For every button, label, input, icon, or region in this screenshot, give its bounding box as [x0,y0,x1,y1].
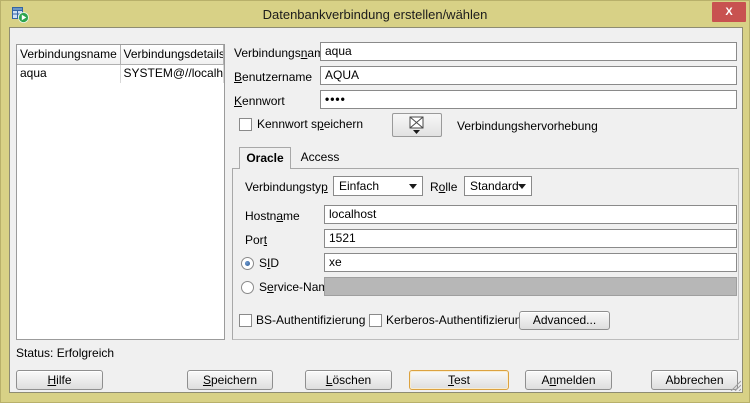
role-select[interactable]: Standard [464,176,532,196]
cancel-button[interactable]: Abbrechen [651,370,738,390]
dialog-title: Datenbankverbindung erstellen/wählen [1,7,749,22]
chevron-down-icon [518,184,526,189]
connections-table[interactable]: Verbindungsname Verbindungsdetails aqua … [16,44,225,340]
password-input[interactable]: •••• [320,90,737,109]
tab-access[interactable]: Access [294,147,346,169]
connect-button[interactable]: Anmelden [525,370,612,390]
save-password-checkbox[interactable] [239,118,252,131]
connection-type-select[interactable]: Einfach [333,176,423,196]
test-button[interactable]: Test [409,370,509,390]
highlight-label: Verbindungshervorhebung [457,119,598,133]
role-value: Standard [470,179,519,193]
help-button[interactable]: Hilfe [16,370,103,390]
kerberos-authentication-label: Kerberos-Authentifizierung [386,313,528,327]
highlight-color-button[interactable] [392,113,442,137]
tab-oracle[interactable]: Oracle [239,147,291,169]
status-text: Status: Erfolgreich [16,346,114,360]
role-label: Rolle [430,180,457,194]
username-input[interactable]: AQUA [320,66,737,85]
connection-type-label: Verbindungstyp [245,180,328,194]
no-color-swatch-icon [393,114,441,136]
port-label: Port [245,233,267,247]
connection-type-value: Einfach [339,179,379,193]
column-header-name[interactable]: Verbindungsname [17,45,121,65]
connection-name-label: Verbindungsname [234,46,331,60]
sid-label: SID [259,256,279,270]
sid-radio[interactable] [241,257,254,270]
dialog-client-area: Verbindungsname Verbindungsdetails aqua … [9,27,743,393]
cell-connection-name[interactable]: aqua [17,65,121,83]
dialog-window: Datenbankverbindung erstellen/wählen X V… [0,0,750,403]
kerberos-authentication-checkbox[interactable] [369,314,382,327]
service-name-radio[interactable] [241,281,254,294]
password-label: Kennwort [234,94,285,108]
sid-input[interactable]: xe [324,253,737,272]
table-header-row: Verbindungsname Verbindungsdetails [17,45,224,65]
username-label: Benutzername [234,70,312,84]
chevron-down-icon [409,184,417,189]
os-authentication-label: BS-Authentifizierung [256,313,365,327]
column-header-details[interactable]: Verbindungsdetails [121,45,225,65]
service-name-input [324,277,737,296]
os-authentication-checkbox[interactable] [239,314,252,327]
advanced-button[interactable]: Advanced... [519,311,610,330]
table-row[interactable]: aqua SYSTEM@//localh... [17,65,224,83]
close-button[interactable]: X [712,2,746,22]
hostname-input[interactable]: localhost [324,205,737,224]
save-button[interactable]: Speichern [187,370,273,390]
hostname-label: Hostname [245,209,300,223]
connection-name-input[interactable]: aqua [320,42,737,61]
resize-grip[interactable] [729,379,741,391]
cell-connection-details[interactable]: SYSTEM@//localh... [121,65,225,83]
save-password-label: Kennwort speichern [257,117,363,131]
port-input[interactable]: 1521 [324,229,737,248]
delete-button[interactable]: Löschen [305,370,392,390]
titlebar[interactable]: Datenbankverbindung erstellen/wählen X [1,1,749,27]
